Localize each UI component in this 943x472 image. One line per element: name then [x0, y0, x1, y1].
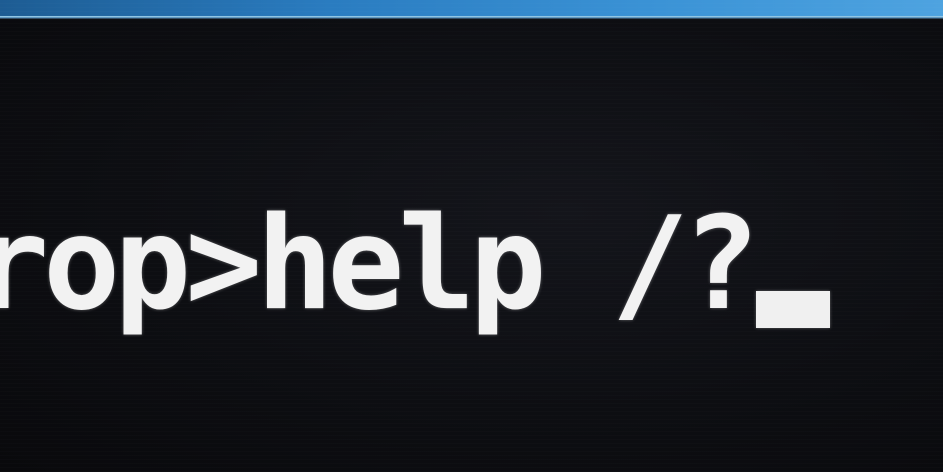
command-prompt-line: rop>help /? [0, 190, 760, 339]
text-cursor [756, 291, 830, 328]
console-output-area[interactable]: rop>help /? [0, 19, 943, 472]
console-window: rop>help /? [0, 0, 943, 472]
window-title-bar[interactable] [0, 0, 943, 16]
